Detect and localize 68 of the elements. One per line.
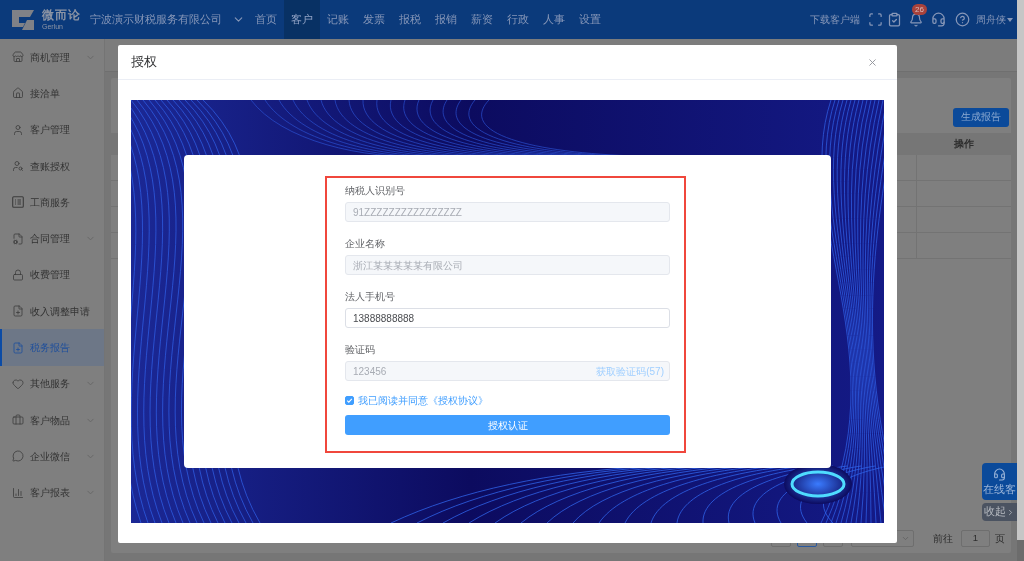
clipboard-check-icon[interactable] bbox=[887, 12, 902, 27]
field-label: 纳税人识别号 bbox=[345, 184, 406, 198]
sidebar-item[interactable]: 客户管理 bbox=[0, 111, 104, 148]
user-search-icon bbox=[12, 160, 24, 173]
lock-icon bbox=[12, 268, 24, 281]
nav-tab[interactable]: 报销 bbox=[428, 0, 464, 39]
headset-icon bbox=[993, 468, 1006, 482]
briefcase-icon bbox=[12, 414, 24, 427]
sidebar-item[interactable]: 工商服务 bbox=[0, 184, 104, 221]
notification-badge: 26 bbox=[912, 3, 927, 15]
input-field[interactable]: 13888888888 bbox=[345, 308, 670, 328]
document-plus-icon bbox=[12, 341, 24, 354]
close-icon[interactable] bbox=[867, 56, 878, 68]
heart-icon bbox=[12, 377, 24, 390]
nav-tab[interactable]: 薪资 bbox=[464, 0, 500, 39]
checkbox[interactable] bbox=[345, 395, 354, 405]
nav-tab[interactable]: 设置 bbox=[572, 0, 608, 39]
bar-chart-icon bbox=[12, 486, 24, 499]
sidebar-item[interactable]: 税务报告 bbox=[0, 329, 104, 366]
modal-title: 授权 bbox=[131, 53, 157, 71]
bell-icon[interactable] bbox=[909, 12, 923, 27]
generate-report-button[interactable]: 生成报告 bbox=[953, 108, 1009, 127]
sidebar-item[interactable]: 合同管理 bbox=[0, 220, 104, 257]
sidebar-item[interactable]: 商机管理 bbox=[0, 39, 104, 76]
nav-tab[interactable]: 报税 bbox=[392, 0, 428, 39]
logo-icon bbox=[10, 8, 36, 31]
shop-icon bbox=[12, 51, 24, 64]
sidebar-item[interactable]: 客户物品 bbox=[0, 401, 104, 439]
headset-icon[interactable] bbox=[931, 12, 946, 27]
sidebar-item[interactable]: 收入调整申请 bbox=[0, 293, 104, 330]
chevron-right-icon bbox=[1006, 507, 1015, 517]
document-plus-icon bbox=[12, 305, 24, 318]
list-box-icon bbox=[12, 196, 24, 209]
scan-icon[interactable] bbox=[868, 12, 883, 27]
field-label: 企业名称 bbox=[345, 237, 386, 251]
nav-tab[interactable]: 记账 bbox=[320, 0, 356, 39]
online-service-button[interactable]: 在线客 bbox=[982, 463, 1017, 500]
nav-tab[interactable]: 发票 bbox=[356, 0, 392, 39]
caret-down-icon bbox=[1007, 17, 1013, 22]
nav-tab[interactable]: 首页 bbox=[248, 0, 284, 39]
field-label: 验证码 bbox=[345, 343, 376, 357]
download-client-link[interactable]: 下载客户端 bbox=[810, 12, 860, 27]
sidebar-item[interactable]: 接洽单 bbox=[0, 75, 104, 112]
chat-bubble-icon bbox=[12, 450, 24, 463]
field-label: 法人手机号 bbox=[345, 290, 396, 304]
scrollbar[interactable] bbox=[1017, 0, 1024, 540]
document-gear-icon bbox=[12, 232, 24, 245]
sidebar-item[interactable]: 收费管理 bbox=[0, 256, 104, 294]
sidebar-item[interactable]: 企业微信 bbox=[0, 438, 104, 475]
user-icon bbox=[12, 123, 24, 136]
collapse-button[interactable]: 收起 bbox=[982, 503, 1017, 521]
column-header: 操作 bbox=[952, 136, 975, 151]
sidebar-item[interactable]: 客户报表 bbox=[0, 474, 104, 511]
agreement-label[interactable]: 我已阅读并同意《授权协议》 bbox=[358, 392, 488, 408]
logo-text: 微而论 bbox=[42, 9, 81, 21]
nav-tab[interactable]: 人事 bbox=[536, 0, 572, 39]
nav-tab[interactable]: 行政 bbox=[500, 0, 536, 39]
page-suffix: 页 bbox=[995, 532, 1005, 546]
house-icon bbox=[12, 87, 24, 100]
authorize-button[interactable]: 授权认证 bbox=[345, 415, 670, 435]
sidebar-item[interactable]: 其他服务 bbox=[0, 365, 104, 402]
goto-label: 前往 bbox=[933, 532, 953, 546]
company-selector[interactable]: 宁波演示财税服务有限公司 bbox=[90, 11, 248, 28]
nav-tab[interactable]: 客户 bbox=[284, 0, 320, 39]
sidebar-item[interactable]: 查账授权 bbox=[0, 147, 104, 185]
user-menu[interactable]: 周舟侠 bbox=[976, 12, 1013, 27]
page-number-field[interactable]: 1 bbox=[961, 530, 990, 547]
help-icon[interactable] bbox=[955, 12, 970, 27]
